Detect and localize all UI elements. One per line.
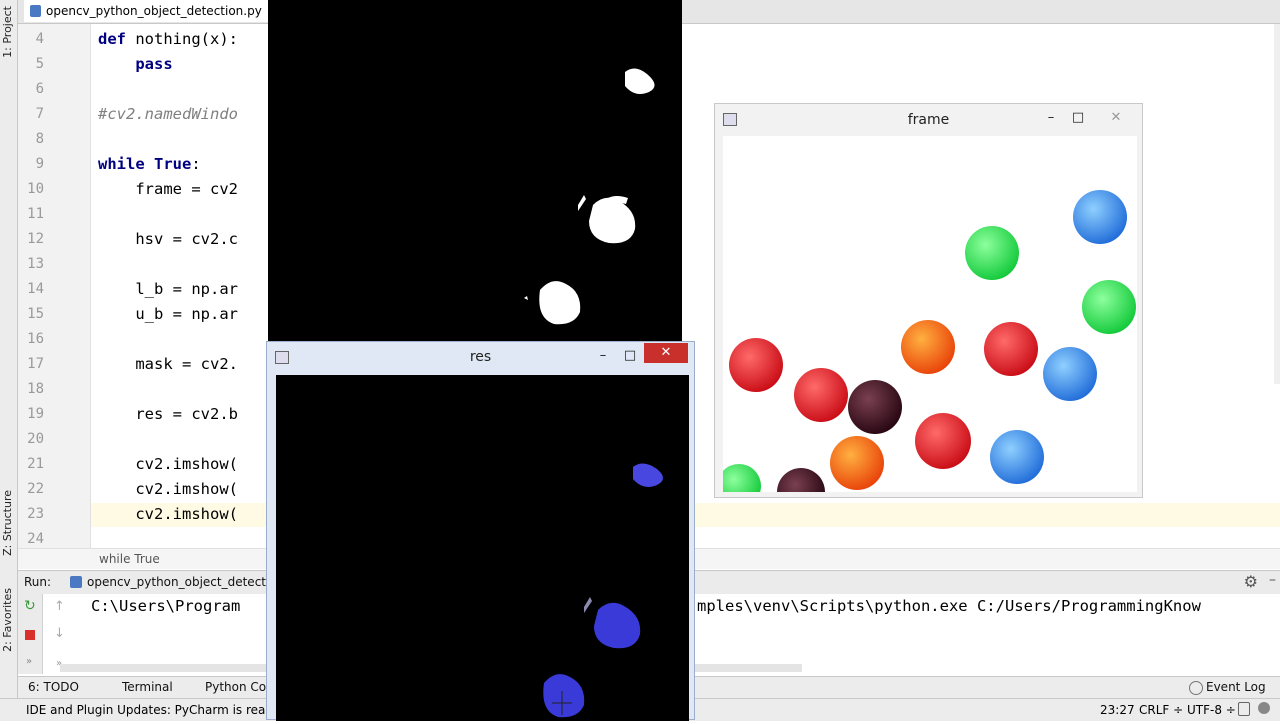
code-token: hsv = cv2.c	[98, 230, 238, 248]
code-line[interactable]: pass	[98, 55, 173, 73]
code-line[interactable]: while True:	[98, 155, 201, 173]
code-token: res = cv2.b	[98, 405, 238, 423]
favorites-tool-button[interactable]: 2: Favorites	[1, 588, 14, 652]
code-token: cv2.imshow(	[98, 480, 238, 498]
left-tool-strip: 1: Project Z: Structure 2: Favorites	[0, 0, 18, 700]
minimize-icon[interactable]: –	[593, 347, 613, 365]
python-console-tab[interactable]: Python Con	[205, 680, 274, 694]
code-token: :	[191, 155, 201, 173]
down-arrow-icon[interactable]: ↓	[54, 626, 65, 641]
rerun-icon[interactable]: ↻	[24, 598, 36, 614]
event-log-icon	[1189, 681, 1203, 695]
console-command-left: C:\Users\Program	[91, 597, 241, 615]
todo-tab[interactable]: 6: TODO	[28, 680, 79, 694]
code-token: #cv2.namedWindo	[98, 105, 238, 123]
code-token: pass	[135, 55, 173, 73]
frame-window[interactable]: frame – □ ✕	[714, 103, 1143, 498]
code-line[interactable]: cv2.imshow(	[98, 505, 238, 523]
line-number: 8	[35, 131, 44, 147]
more-icon[interactable]: »	[26, 656, 32, 667]
mask-image	[524, 68, 655, 325]
code-line[interactable]: u_b = np.ar	[98, 305, 238, 323]
mask-window[interactable]	[268, 0, 682, 342]
close-icon[interactable]: ✕	[644, 343, 688, 363]
code-token: mask = cv2.	[98, 355, 238, 373]
run-label: Run:	[24, 575, 52, 589]
frame-window-titlebar[interactable]: frame – □ ✕	[715, 104, 1142, 134]
cursor-position[interactable]: 23:27	[1100, 703, 1135, 717]
run-toolbar: ↻ »	[18, 594, 43, 674]
gear-icon[interactable]: ⚙	[1244, 572, 1258, 591]
up-arrow-icon[interactable]: ↑	[54, 599, 65, 614]
line-number: 9	[35, 156, 44, 172]
project-tool-button[interactable]: 1: Project	[1, 6, 14, 58]
maximize-icon[interactable]: □	[1068, 109, 1088, 127]
code-line[interactable]: #cv2.namedWindo	[98, 105, 238, 123]
line-number: 15	[27, 306, 44, 322]
code-token: cv2.imshow(	[98, 505, 238, 523]
code-line[interactable]: hsv = cv2.c	[98, 230, 238, 248]
code-token: cv2.imshow(	[98, 455, 238, 473]
code-line[interactable]: cv2.imshow(	[98, 455, 238, 473]
minimize-icon[interactable]: –	[1041, 109, 1061, 127]
status-message[interactable]: IDE and Plugin Updates: PyCharm is ready…	[26, 703, 296, 717]
res-window[interactable]: res – □ ✕	[266, 341, 695, 721]
frame-image-area	[723, 136, 1137, 492]
line-number: 16	[27, 331, 44, 347]
line-separator[interactable]: CRLF ÷	[1139, 703, 1183, 717]
line-number: 5	[35, 56, 44, 72]
event-log-tab[interactable]: Event Log	[1206, 680, 1266, 694]
res-image-area	[276, 375, 689, 721]
python-config-icon	[70, 576, 82, 588]
lock-icon[interactable]	[1238, 702, 1250, 716]
line-number: 24	[27, 531, 44, 547]
python-file-icon	[30, 5, 41, 17]
line-number: 4	[35, 31, 44, 47]
code-line[interactable]: def nothing(x):	[98, 30, 238, 48]
line-number: 7	[35, 106, 44, 122]
line-number: 12	[27, 231, 44, 247]
breadcrumb-item[interactable]: while True	[99, 552, 160, 566]
line-number: 21	[27, 456, 44, 472]
run-config-tab[interactable]: opencv_python_object_detection	[87, 575, 284, 589]
line-number: 6	[35, 81, 44, 97]
minimize-panel-icon[interactable]: –	[1269, 572, 1276, 588]
code-line[interactable]: mask = cv2.	[98, 355, 238, 373]
code-line[interactable]: frame = cv2	[98, 180, 238, 198]
line-number: 17	[27, 356, 44, 372]
line-number: 22	[27, 481, 44, 497]
editor-tab-label: opencv_python_object_detection.py	[46, 4, 262, 18]
code-token: def	[98, 30, 136, 48]
line-number: 18	[27, 381, 44, 397]
maximize-icon[interactable]: □	[620, 347, 640, 365]
code-line[interactable]: res = cv2.b	[98, 405, 238, 423]
res-image	[543, 463, 663, 718]
editor-tab[interactable]: opencv_python_object_detection.py	[24, 0, 271, 22]
file-encoding[interactable]: UTF-8 ÷	[1187, 703, 1236, 717]
console-command-right: mples\venv\Scripts\python.exe C:/Users/P…	[697, 597, 1201, 615]
close-icon[interactable]: ✕	[1106, 109, 1126, 127]
code-token: frame = cv2	[98, 180, 238, 198]
line-number: 19	[27, 406, 44, 422]
structure-tool-button[interactable]: Z: Structure	[1, 490, 14, 556]
code-token: nothing(x):	[135, 30, 238, 48]
line-number: 13	[27, 256, 44, 272]
stop-icon[interactable]	[25, 630, 35, 640]
terminal-tab[interactable]: Terminal	[122, 680, 173, 694]
res-window-titlebar[interactable]: res – □ ✕	[267, 342, 694, 372]
code-line[interactable]: cv2.imshow(	[98, 480, 238, 498]
line-number: 23	[27, 506, 44, 522]
code-line[interactable]: l_b = np.ar	[98, 280, 238, 298]
line-number: 11	[27, 206, 44, 222]
code-token: l_b = np.ar	[98, 280, 238, 298]
line-number: 14	[27, 281, 44, 297]
inspector-icon[interactable]	[1258, 702, 1270, 714]
line-number: 10	[27, 181, 44, 197]
line-number: 20	[27, 431, 44, 447]
code-token: while True	[98, 155, 192, 173]
editor-scrollbar[interactable]	[1274, 24, 1280, 384]
frame-image	[723, 190, 1136, 492]
code-token: u_b = np.ar	[98, 305, 238, 323]
